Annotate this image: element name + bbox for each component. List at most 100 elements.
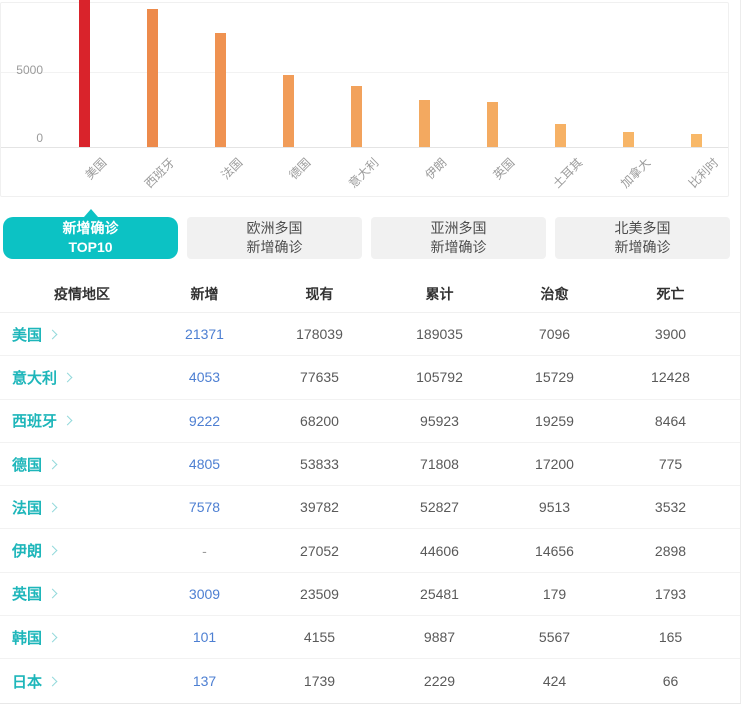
new-cases-value[interactable]: 4053	[152, 369, 257, 385]
total-cases-value: 95923	[382, 413, 497, 429]
region-name: 意大利	[12, 367, 57, 388]
region-name: 德国	[12, 454, 42, 475]
cured-value: 15729	[497, 369, 612, 385]
table-row: 法国7578397825282795133532	[0, 486, 741, 529]
region-cell[interactable]: 美国	[12, 324, 152, 345]
active-tab-pointer-icon	[84, 209, 98, 217]
header-cured: 治愈	[497, 284, 612, 304]
region-cell[interactable]: 西班牙	[12, 410, 152, 431]
region-name: 西班牙	[12, 410, 57, 431]
header-total: 累计	[382, 284, 497, 304]
table-row: 西班牙92226820095923192598464	[0, 400, 741, 443]
region-link[interactable]: 西班牙	[12, 410, 71, 431]
tab-label: TOP10	[68, 238, 112, 257]
death-value: 8464	[612, 413, 729, 429]
new-cases-value[interactable]: 7578	[152, 499, 257, 515]
tab-asia-new-cases[interactable]: 亚洲多国 新增确诊	[371, 217, 546, 259]
header-dead: 死亡	[612, 284, 729, 304]
chevron-right-icon	[48, 676, 58, 686]
region-link[interactable]: 美国	[12, 324, 56, 345]
region-link[interactable]: 德国	[12, 454, 56, 475]
death-value: 1793	[612, 586, 729, 602]
region-cell[interactable]: 伊朗	[12, 540, 152, 561]
cured-value: 9513	[497, 499, 612, 515]
cured-value: 17200	[497, 456, 612, 472]
table-row: 日本 1371739222942466	[0, 659, 741, 702]
table-header-row: 疫情地区 新增 现有 累计 治愈 死亡	[0, 275, 741, 313]
chart-bar[interactable]	[79, 0, 90, 147]
tab-europe-new-cases[interactable]: 欧洲多国 新增确诊	[187, 217, 362, 259]
chart-bar[interactable]	[419, 100, 430, 147]
current-cases-value: 1739	[257, 673, 382, 689]
cured-value: 5567	[497, 629, 612, 645]
region-cell[interactable]: 日本	[12, 671, 152, 692]
new-cases-value[interactable]: 101	[152, 629, 257, 645]
chevron-right-icon	[48, 546, 58, 556]
table-row: 韩国101415598875567165	[0, 616, 741, 659]
current-cases-value: 178039	[257, 326, 382, 342]
tab-label: 新增确诊	[615, 238, 671, 257]
gridline-5000	[1, 72, 728, 73]
total-cases-value: 105792	[382, 369, 497, 385]
region-link[interactable]: 法国	[12, 497, 56, 518]
table-row: 德国4805538337180817200775	[0, 443, 741, 486]
region-link[interactable]: 韩国	[12, 627, 56, 648]
page-right-border	[740, 0, 741, 704]
header-current: 现有	[257, 284, 382, 304]
region-cell[interactable]: 德国	[12, 454, 152, 475]
chart-bar[interactable]	[283, 75, 294, 147]
chevron-right-icon	[48, 502, 58, 512]
new-cases-value[interactable]: 9222	[152, 413, 257, 429]
y-tick-5000: 5000	[0, 63, 43, 77]
chart-bar[interactable]	[555, 124, 566, 147]
region-link[interactable]: 英国	[12, 583, 56, 604]
death-value: 775	[612, 456, 729, 472]
region-cell[interactable]: 意大利	[12, 367, 152, 388]
tab-label: 新增确诊	[247, 238, 303, 257]
table-row: 美国2137117803918903570963900	[0, 313, 741, 356]
total-cases-value: 9887	[382, 629, 497, 645]
new-cases-value[interactable]: 21371	[152, 326, 257, 342]
current-cases-value: 77635	[257, 369, 382, 385]
chart-bar[interactable]	[691, 134, 702, 147]
region-name: 美国	[12, 324, 42, 345]
region-cell[interactable]: 韩国	[12, 627, 152, 648]
chart-bar[interactable]	[487, 102, 498, 147]
cured-value: 7096	[497, 326, 612, 342]
death-value: 3900	[612, 326, 729, 342]
region-link[interactable]: 伊朗	[12, 540, 56, 561]
death-value: 2898	[612, 543, 729, 559]
death-value: 12428	[612, 369, 729, 385]
cured-value: 424	[497, 673, 612, 689]
chart-bar[interactable]	[215, 33, 226, 147]
tab-label: 欧洲多国	[247, 219, 303, 238]
region-cell[interactable]: 英国	[12, 583, 152, 604]
tab-label: 新增确诊	[63, 219, 119, 238]
chart-bar[interactable]	[147, 9, 158, 147]
current-cases-value: 27052	[257, 543, 382, 559]
new-cases-value[interactable]: 4805	[152, 456, 257, 472]
header-region: 疫情地区	[12, 284, 152, 304]
region-cell[interactable]: 法国	[12, 497, 152, 518]
page-bottom-border	[0, 703, 741, 704]
total-cases-value: 52827	[382, 499, 497, 515]
cured-value: 179	[497, 586, 612, 602]
death-value: 66	[612, 673, 729, 689]
tab-label: 新增确诊	[431, 238, 487, 257]
chevron-right-icon	[63, 372, 73, 382]
region-name: 法国	[12, 497, 42, 518]
chart-bar[interactable]	[623, 132, 634, 147]
tab-new-cases-top10[interactable]: 新增确诊 TOP10	[3, 217, 178, 259]
new-cases-value[interactable]: 137	[152, 673, 257, 689]
table-body: 美国2137117803918903570963900意大利4053776351…	[0, 313, 741, 703]
new-cases-value[interactable]: 3009	[152, 586, 257, 602]
total-cases-value: 44606	[382, 543, 497, 559]
chart-bar[interactable]	[351, 86, 362, 147]
region-link[interactable]: 日本	[12, 671, 56, 692]
chevron-right-icon	[63, 416, 73, 426]
cured-value: 19259	[497, 413, 612, 429]
tab-north-america-new-cases[interactable]: 北美多国 新增确诊	[555, 217, 730, 259]
total-cases-value: 2229	[382, 673, 497, 689]
y-tick-0: 0	[0, 131, 43, 145]
region-link[interactable]: 意大利	[12, 367, 71, 388]
